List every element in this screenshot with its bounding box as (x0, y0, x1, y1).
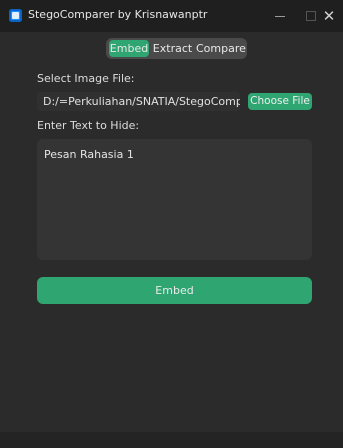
minimize-button[interactable] (263, 0, 297, 32)
file-path-field[interactable]: D:/=Perkuliahan/SNATIA/StegoComparer (37, 92, 240, 111)
close-icon: ✕ (322, 6, 336, 25)
app-icon (9, 9, 22, 22)
select-image-label: Select Image File: (37, 72, 135, 85)
tab-extract[interactable]: Extract (152, 40, 193, 57)
tab-embed[interactable]: Embed (109, 40, 149, 57)
close-button[interactable]: ✕ (312, 0, 343, 32)
window-title: StegoComparer by Krisnawanptr (28, 8, 208, 21)
hidden-text-input[interactable]: Pesan Rahasia 1 (37, 139, 312, 260)
app-window: StegoComparer by Krisnawanptr ✕ Embed Ex… (0, 0, 343, 448)
tab-compare[interactable]: Compare (196, 40, 246, 57)
embed-button[interactable]: Embed (37, 277, 312, 304)
minimize-icon (275, 15, 285, 17)
enter-text-label: Enter Text to Hide: (37, 119, 140, 132)
title-bar[interactable]: StegoComparer by Krisnawanptr ✕ (0, 0, 343, 32)
main-panel: Embed Extract Compare Select Image File:… (0, 32, 343, 432)
choose-file-button[interactable]: Choose File (248, 93, 312, 110)
segmented-tab-control: Embed Extract Compare (106, 38, 247, 59)
bottom-bar (0, 432, 343, 448)
